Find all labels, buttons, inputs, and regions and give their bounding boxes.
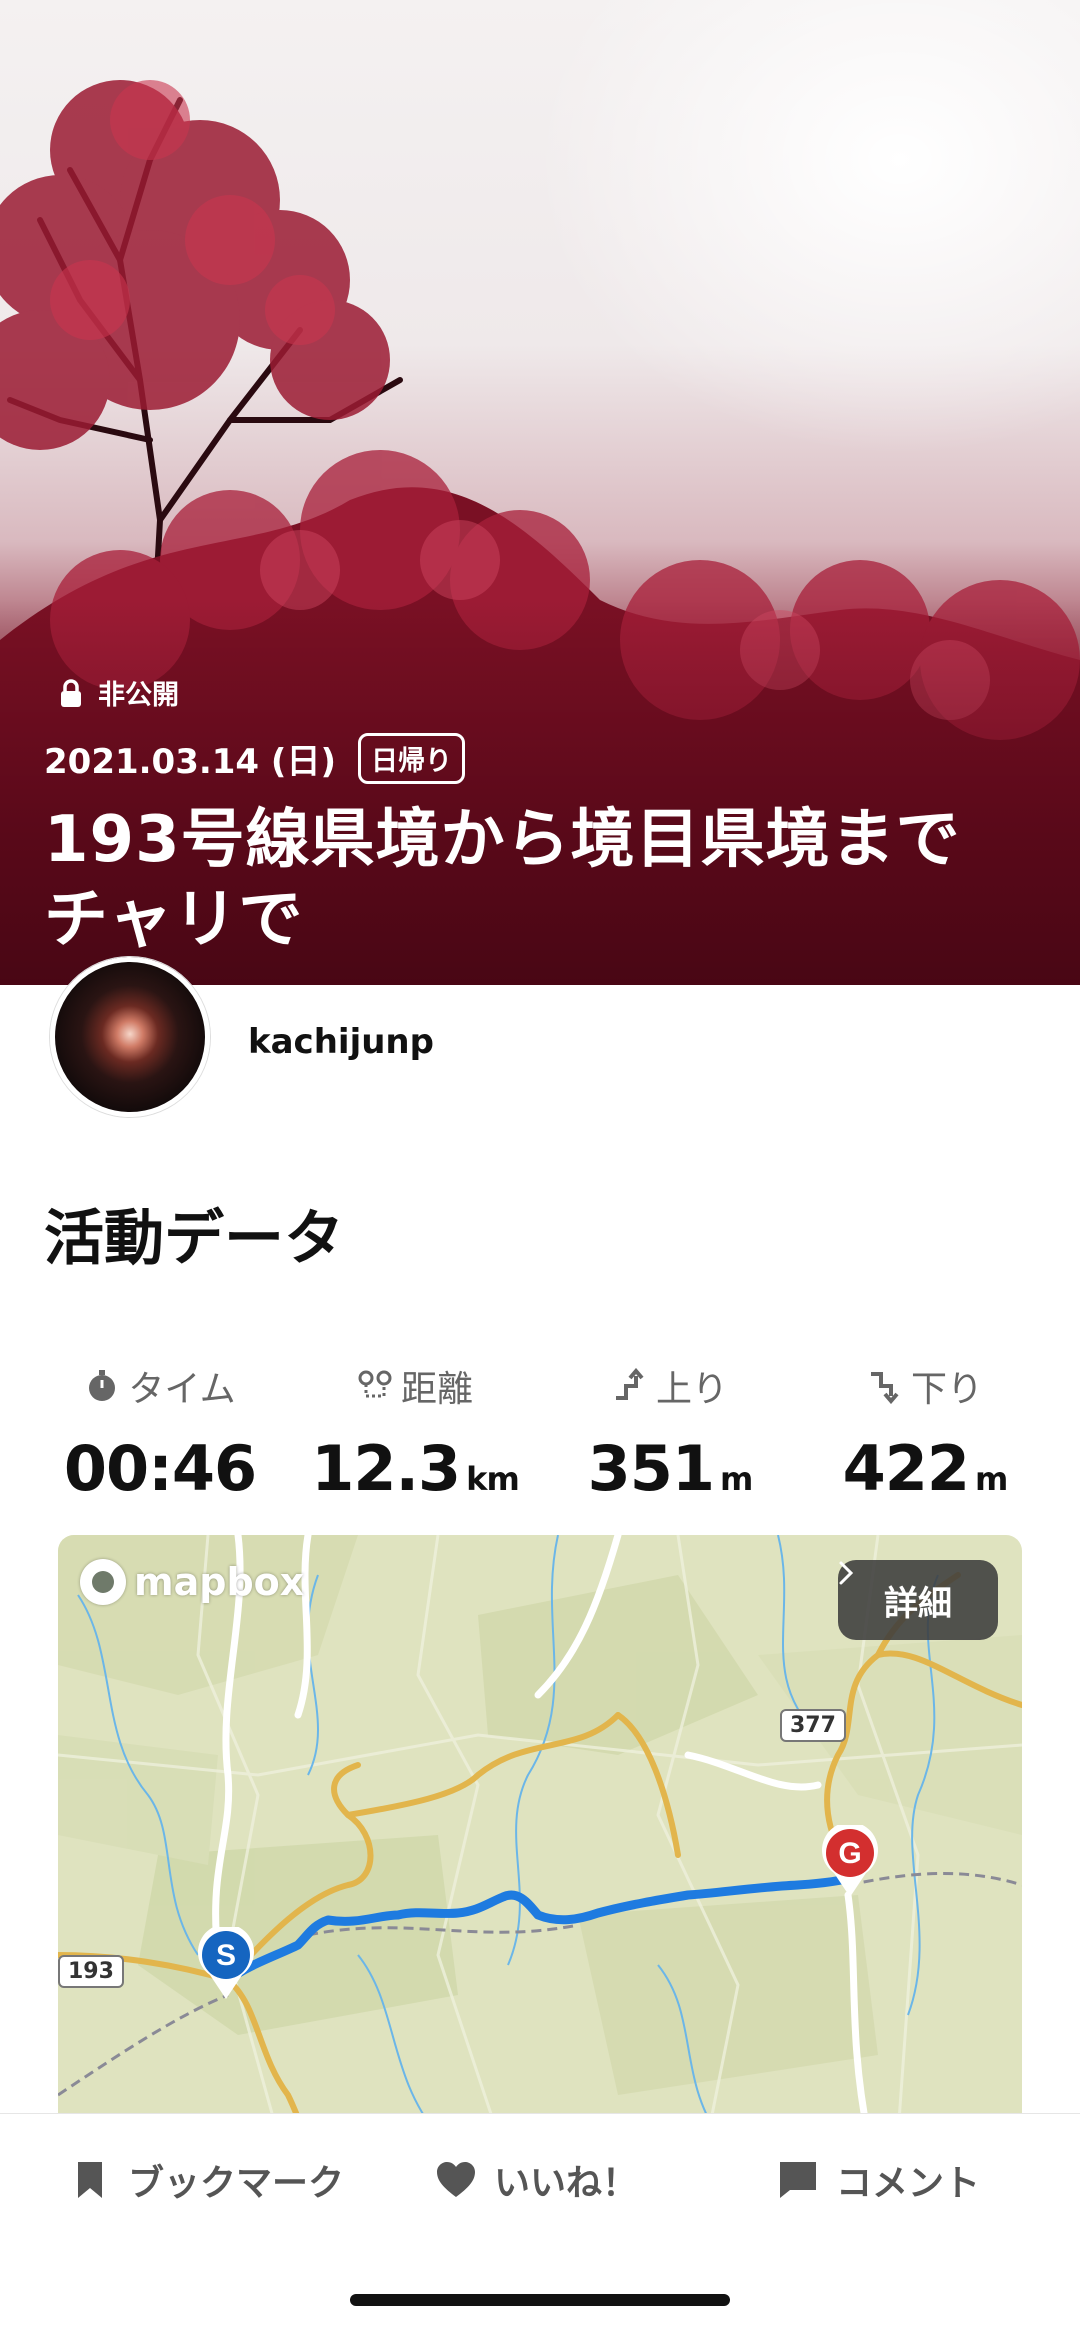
- home-indicator: [350, 2294, 730, 2306]
- route-map[interactable]: mapbox 詳細 377 193 S G: [58, 1535, 1022, 2135]
- stat-ascent-unit: m: [720, 1460, 753, 1498]
- activity-date: 2021.03.14 (日): [44, 742, 337, 782]
- route-distance-icon: [358, 1370, 392, 1398]
- avatar[interactable]: [50, 957, 210, 1117]
- goal-marker-label: G: [838, 1837, 861, 1870]
- section-title: 活動データ: [44, 1204, 344, 1274]
- privacy-label: 非公開: [98, 680, 179, 711]
- stat-descent-unit: m: [975, 1460, 1008, 1498]
- start-marker-label: S: [216, 1939, 236, 1972]
- comment-icon: [780, 2162, 816, 2198]
- stat-distance-value: 12.3: [311, 1432, 461, 1505]
- activity-stats: タイム 00:46 距離 12.3 km 上り 351 m 下り 422 m: [0, 1360, 1080, 1510]
- goal-marker-icon[interactable]: G: [820, 1825, 880, 1899]
- road-label-377: 377: [780, 1709, 846, 1742]
- like-button[interactable]: いいね！: [434, 2154, 638, 2206]
- lock-icon: [61, 678, 81, 707]
- like-label: いいね！: [494, 2163, 639, 2204]
- mapbox-logo-text: mapbox: [134, 1560, 305, 1604]
- stat-ascent: 上り 351 m: [545, 1360, 795, 1505]
- stat-distance: 距離 12.3 km: [290, 1360, 540, 1505]
- chevron-right-icon: [839, 1561, 854, 1585]
- stat-descent-label: 下り: [910, 1369, 983, 1410]
- bookmark-label: ブックマーク: [128, 2163, 345, 2204]
- ascent-icon: [615, 1368, 644, 1400]
- mapbox-logo: mapbox: [80, 1559, 304, 1605]
- road-label-193: 193: [58, 1955, 124, 1988]
- map-detail-button[interactable]: 詳細: [838, 1560, 998, 1640]
- comment-label: コメント: [836, 2163, 981, 2204]
- activity-meta: 2021.03.14 (日) 日帰り: [44, 733, 466, 784]
- stat-ascent-value: 351: [587, 1432, 715, 1505]
- stat-time-value: 00:46: [63, 1432, 257, 1505]
- stat-descent-value: 422: [842, 1432, 970, 1505]
- bottom-action-bar: ブックマーク いいね！ コメント: [0, 2113, 1080, 2339]
- stat-descent: 下り 422 m: [800, 1360, 1050, 1505]
- bookmark-button[interactable]: ブックマーク: [68, 2154, 344, 2206]
- stat-ascent-label: 上り: [655, 1369, 728, 1410]
- stat-distance-unit: km: [466, 1460, 520, 1498]
- activity-title: 193号線県境から境目県境まで チャリで: [44, 800, 1044, 960]
- stat-time: タイム 00:46: [35, 1360, 285, 1505]
- map-detail-label: 詳細: [884, 1583, 952, 1624]
- username[interactable]: kachijunp: [248, 1022, 434, 1062]
- activity-title-line2: チャリで: [44, 883, 304, 957]
- cover-photo: 非公開 2021.03.14 (日) 日帰り 193号線県境から境目県境まで チ…: [0, 0, 1080, 985]
- mapbox-logo-icon: [80, 1559, 126, 1605]
- stat-distance-label: 距離: [400, 1369, 473, 1410]
- stat-time-label: タイム: [128, 1369, 236, 1410]
- comment-button[interactable]: コメント: [776, 2154, 980, 2206]
- heart-icon: [437, 2162, 475, 2197]
- privacy-status: 非公開: [58, 673, 179, 712]
- start-marker-icon[interactable]: S: [196, 1927, 256, 2001]
- bookmark-icon: [78, 2162, 102, 2198]
- activity-type-badge: 日帰り: [358, 733, 466, 784]
- activity-title-line1: 193号線県境から境目県境まで: [44, 803, 961, 877]
- descent-icon: [870, 1372, 899, 1404]
- stopwatch-icon: [89, 1370, 116, 1401]
